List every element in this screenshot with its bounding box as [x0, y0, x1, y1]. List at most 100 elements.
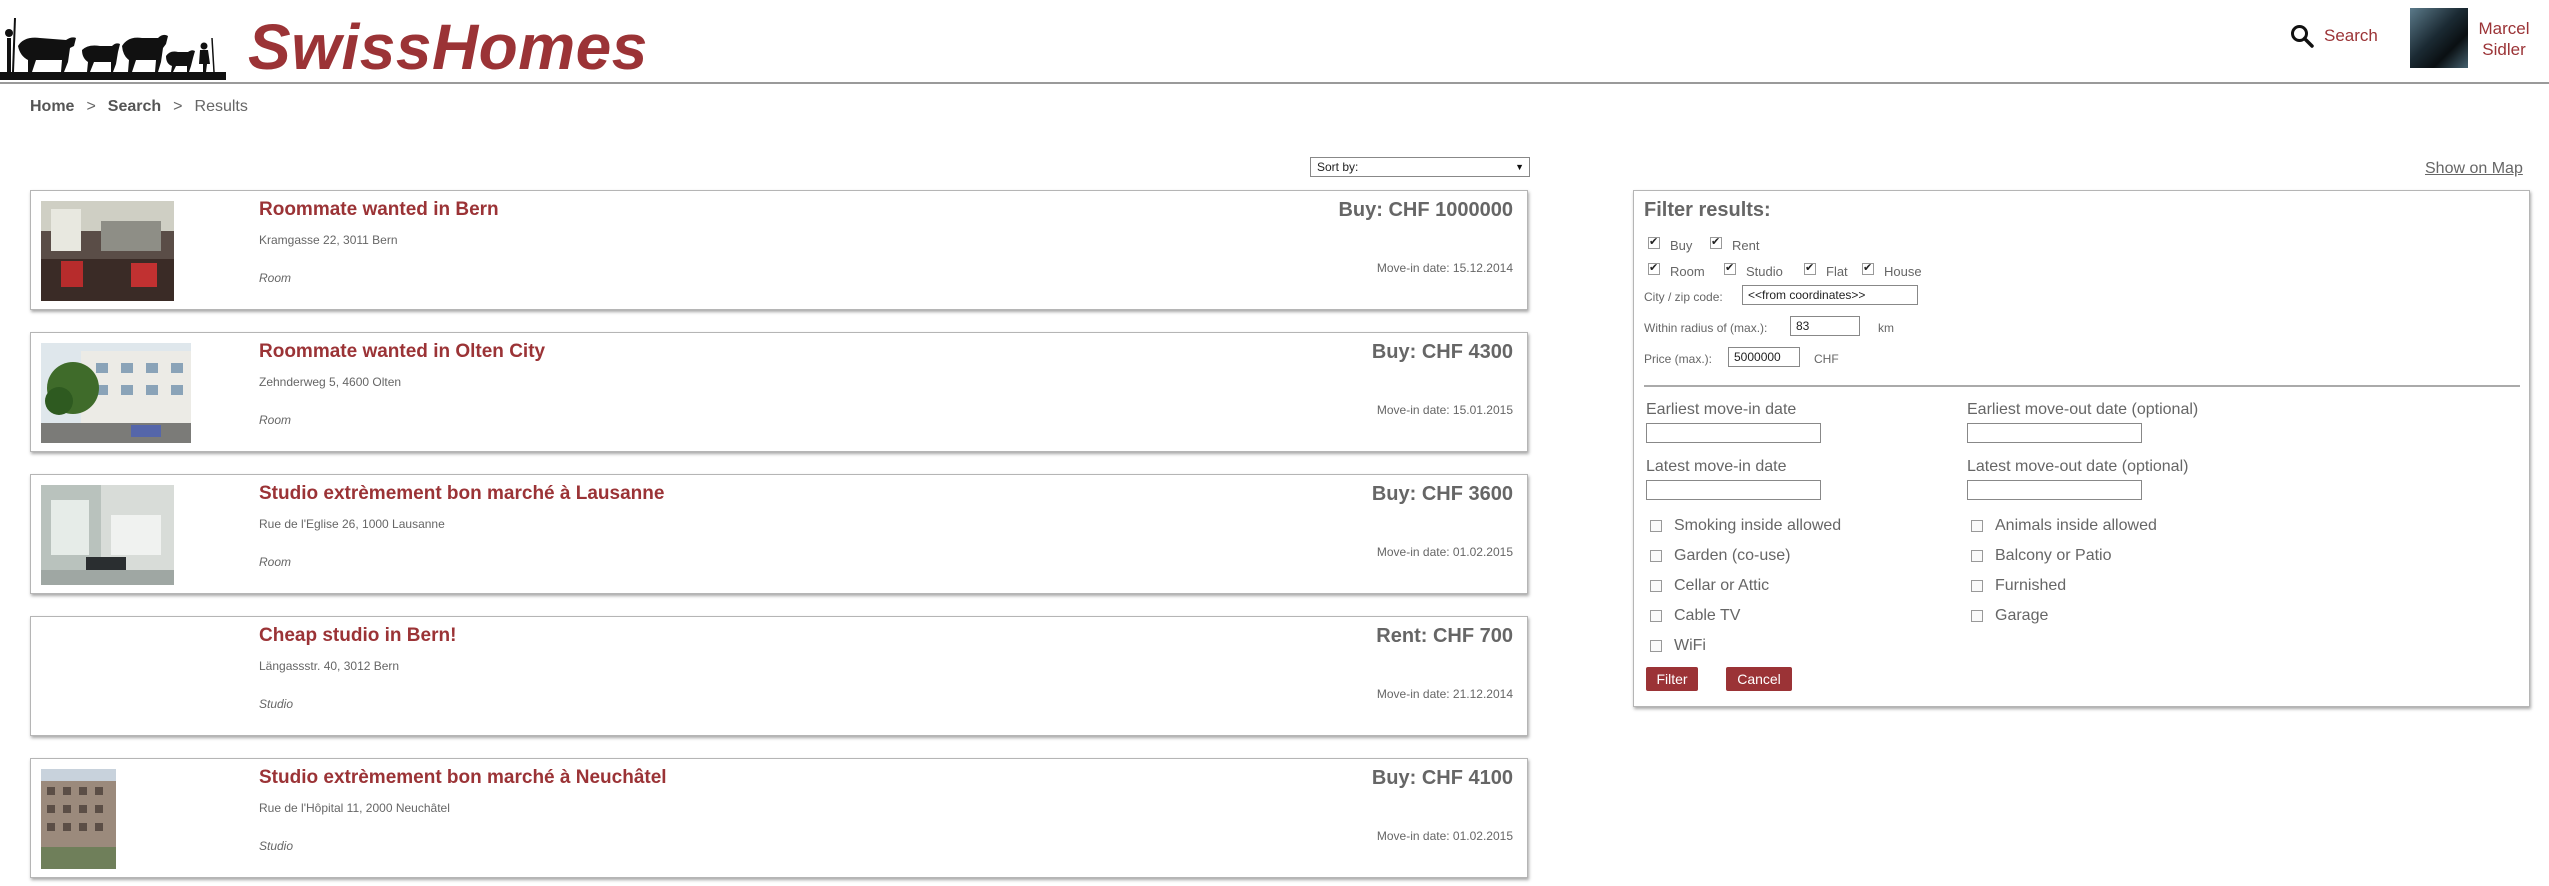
breadcrumb-search[interactable]: Search [108, 98, 161, 115]
room-label: Room [1670, 264, 1705, 279]
price-unit: CHF [1814, 352, 1839, 366]
brand-title[interactable]: SwissHomes [248, 10, 648, 84]
result-title[interactable]: Cheap studio in Bern! [259, 625, 456, 647]
house-label: House [1884, 264, 1922, 279]
garage-checkbox[interactable] [1971, 610, 1983, 622]
earliest-movein-label: Earliest move-in date [1646, 401, 1797, 418]
search-icon [2291, 25, 2314, 48]
balcony-checkbox[interactable] [1971, 550, 1983, 562]
rent-checkbox[interactable] [1710, 235, 1722, 249]
result-title[interactable]: Studio extrèmement bon marché à Lausanne [259, 483, 664, 505]
furnished-checkbox[interactable] [1971, 580, 1983, 592]
latest-movein-label: Latest move-in date [1646, 458, 1787, 475]
result-address: Zehnderweg 5, 4600 Olten [259, 375, 402, 389]
earliest-moveout-label: Earliest move-out date (optional) [1967, 401, 2199, 418]
result-card[interactable]: Roommate wanted in Olten City Zehnderweg… [30, 332, 1528, 452]
smoking-checkbox[interactable] [1650, 520, 1662, 532]
result-price: Buy: CHF 4300 [1371, 341, 1513, 363]
site-header: SwissHomes Search Marcel Sidler [0, 0, 2549, 84]
result-title[interactable]: Roommate wanted in Olten City [259, 341, 545, 363]
flat-label: Flat [1826, 264, 1848, 279]
wifi-checkbox[interactable] [1650, 640, 1662, 652]
result-price: Buy: CHF 3600 [1371, 483, 1513, 505]
result-movein-date: Move-in date: 01.02.2015 [1376, 545, 1513, 559]
show-on-map-link[interactable]: Show on Map [2425, 160, 2523, 178]
result-type: Room [259, 413, 292, 427]
result-card[interactable]: Studio extrèmement bon marché à Neuchâte… [30, 758, 1528, 878]
result-type: Studio [259, 697, 294, 711]
garden-label: Garden (co-use) [1674, 547, 1791, 564]
result-movein-date: Move-in date: 21.12.2014 [1376, 687, 1513, 701]
cellar-checkbox[interactable] [1650, 580, 1662, 592]
result-address: Längassstr. 40, 3012 Bern [259, 659, 400, 673]
flat-checkbox[interactable] [1804, 261, 1816, 275]
result-address: Rue de l'Hôpital 11, 2000 Neuchâtel [259, 801, 450, 815]
cable-tv-checkbox[interactable] [1650, 610, 1662, 622]
buy-label: Buy [1670, 238, 1693, 253]
result-movein-date: Move-in date: 15.12.2014 [1376, 261, 1513, 275]
city-input[interactable]: <<from coordinates>> [1742, 285, 1918, 305]
filter-divider [1644, 385, 2520, 387]
furnished-label: Furnished [1995, 577, 2067, 594]
user-first-name: Marcel [2478, 19, 2530, 38]
result-price: Buy: CHF 1000000 [1338, 199, 1513, 221]
earliest-moveout-field[interactable] [1967, 423, 2142, 443]
price-label: Price (max.): [1644, 352, 1713, 366]
listing-photo[interactable] [41, 343, 191, 443]
header-search-link[interactable]: Search [2290, 24, 2378, 48]
breadcrumb-home[interactable]: Home [30, 98, 74, 115]
user-last-name: Sidler [2482, 40, 2526, 59]
listing-photo[interactable] [41, 201, 174, 301]
rent-label: Rent [1732, 238, 1760, 253]
filter-title: Filter results: [1644, 199, 1771, 221]
result-type: Room [259, 555, 292, 569]
result-title[interactable]: Studio extrèmement bon marché à Neuchâte… [259, 767, 667, 789]
latest-moveout-field[interactable] [1967, 480, 2142, 500]
animals-label: Animals inside allowed [1995, 517, 2157, 534]
sort-selected-value: Sort by: [1317, 160, 1359, 174]
radius-unit: km [1878, 321, 1894, 335]
result-title[interactable]: Roommate wanted in Bern [259, 199, 499, 221]
city-label: City / zip code: [1644, 290, 1723, 304]
result-type: Studio [259, 839, 294, 853]
result-movein-date: Move-in date: 01.02.2015 [1376, 829, 1513, 843]
breadcrumb-separator: > [173, 98, 183, 115]
cancel-button[interactable]: Cancel [1726, 667, 1792, 691]
result-address: Kramgasse 22, 3011 Bern [259, 233, 398, 247]
animals-checkbox[interactable] [1971, 520, 1983, 532]
buy-checkbox[interactable] [1648, 235, 1660, 249]
filter-panel: Filter results: Buy Rent Room Studio Fla… [1633, 190, 2530, 707]
user-name-link[interactable]: Marcel Sidler [2474, 18, 2534, 60]
cable-tv-label: Cable TV [1674, 607, 1741, 624]
cattle-silhouette-logo[interactable] [0, 16, 226, 82]
breadcrumb-current: Results [194, 98, 248, 115]
studio-checkbox[interactable] [1724, 261, 1736, 275]
cellar-label: Cellar or Attic [1674, 577, 1770, 594]
breadcrumb-separator: > [86, 98, 96, 115]
wifi-label: WiFi [1674, 637, 1706, 654]
garden-checkbox[interactable] [1650, 550, 1662, 562]
radius-input[interactable]: 83 [1790, 316, 1860, 336]
garage-label: Garage [1995, 607, 2049, 624]
chevron-down-icon: ▼ [1515, 162, 1524, 172]
earliest-movein-field[interactable] [1646, 423, 1821, 443]
result-type: Room [259, 271, 292, 285]
result-card[interactable]: Studio extrèmement bon marché à Lausanne… [30, 474, 1528, 594]
result-movein-date: Move-in date: 15.01.2015 [1376, 403, 1513, 417]
result-card[interactable]: Cheap studio in Bern! Längassstr. 40, 30… [30, 616, 1528, 736]
sort-select[interactable]: Sort by: ▼ [1310, 157, 1530, 177]
listing-photo[interactable] [41, 769, 116, 869]
result-card[interactable]: Roommate wanted in Bern Kramgasse 22, 30… [30, 190, 1528, 310]
latest-moveout-label: Latest move-out date (optional) [1967, 458, 2189, 475]
studio-label: Studio [1746, 264, 1783, 279]
latest-movein-field[interactable] [1646, 480, 1821, 500]
room-checkbox[interactable] [1648, 261, 1660, 275]
listing-photo[interactable] [41, 485, 174, 585]
radius-label: Within radius of (max.): [1644, 321, 1768, 335]
breadcrumb: Home > Search > Results [30, 98, 248, 116]
filter-button[interactable]: Filter [1646, 667, 1698, 691]
price-input[interactable]: 5000000 [1728, 347, 1800, 367]
house-checkbox[interactable] [1862, 261, 1874, 275]
user-avatar[interactable] [2410, 8, 2468, 68]
balcony-label: Balcony or Patio [1995, 547, 2112, 564]
